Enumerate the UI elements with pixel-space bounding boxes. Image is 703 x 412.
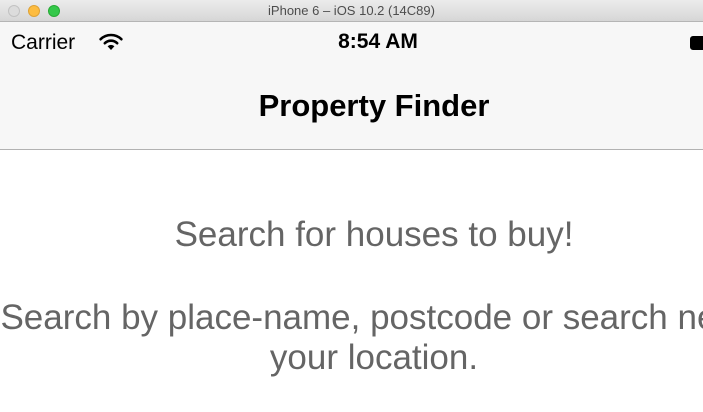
battery-icon (690, 36, 703, 50)
simulator-window: iPhone 6 – iOS 10.2 (14C89) Carrier 8:54… (0, 0, 703, 412)
description-label-primary: Search for houses to buy! (174, 215, 574, 254)
description-label-secondary: Search by place-name, postcode or search… (0, 298, 703, 377)
window-title: iPhone 6 – iOS 10.2 (14C89) (268, 3, 435, 18)
window-title-bar[interactable]: iPhone 6 – iOS 10.2 (14C89) (0, 0, 703, 22)
ios-status-bar: Carrier 8:54 AM (0, 22, 703, 62)
page-title: Property Finder (258, 88, 490, 123)
search-page-content: Search for houses to buy! Search by plac… (0, 150, 703, 412)
status-time: 8:54 AM (338, 30, 418, 53)
navigation-bar: Property Finder (0, 62, 703, 150)
